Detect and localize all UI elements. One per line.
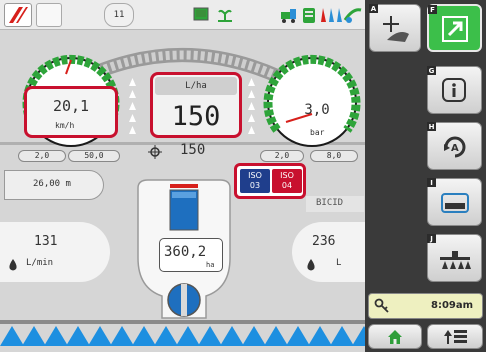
clock-time: 8:09am (431, 300, 474, 311)
pressure-range-max: 8,0 (310, 150, 358, 162)
up-arrows-icon (248, 78, 255, 134)
softkey-letter-a: A (369, 4, 378, 13)
speed-range-min: 2,0 (18, 150, 66, 162)
tank-softkey[interactable]: I (427, 178, 482, 226)
guidance-softkey[interactable]: A (369, 4, 421, 52)
iso-badge-04-label: ISO (280, 171, 294, 180)
section-arrows-right (247, 76, 256, 146)
softkey-letter-j: J (427, 234, 436, 243)
menu-softkey[interactable] (427, 324, 483, 349)
home-softkey[interactable] (368, 324, 422, 349)
auto-cycle-icon: A (444, 136, 466, 158)
droplet-icon-svg (307, 259, 315, 271)
flow-unit: L/min (26, 258, 54, 268)
auto-mode-softkey[interactable]: H A (427, 122, 482, 170)
counter-badge[interactable]: 11 (104, 3, 134, 27)
sprayer-terminal-screen: 11 20,1 km/h 2,0 50,0 3,0 bar 2,0 8,0 L/… (0, 0, 486, 352)
menu-up-icon (444, 330, 467, 344)
expand-view-softkey[interactable]: F (427, 4, 482, 52)
speed-gauge: 20,1 km/h (20, 52, 122, 150)
spray-nozzle-icon (343, 8, 362, 23)
main-work-area: 11 20,1 km/h 2,0 50,0 3,0 bar 2,0 8,0 L/… (0, 0, 365, 352)
working-width-box[interactable]: 26,00 m (4, 170, 104, 200)
display-screen-icon (193, 7, 209, 21)
brand-logo (4, 3, 32, 27)
area-value: 360,2 (164, 244, 207, 260)
clock-panel: 8:09am (368, 293, 483, 319)
tank-icon (303, 8, 315, 23)
pressure-range-min: 2,0 (260, 150, 304, 162)
home-icon (388, 330, 402, 344)
tank-volume-value: 236 (312, 234, 336, 249)
droplet-icon (306, 256, 316, 271)
area-unit: ha (206, 261, 215, 269)
counter-value: 11 (113, 10, 125, 20)
flow-panel[interactable]: 131 L/min (0, 222, 110, 282)
iso-badge-03-number: 03 (249, 181, 261, 190)
softkey-letter-f: F (428, 5, 437, 14)
area-counter[interactable]: 360,2 ha (159, 238, 223, 272)
softkey-sidebar: A F G H A I J 8:09am (365, 0, 486, 352)
boom-section-icon (440, 251, 471, 269)
brand-logo-icon (9, 7, 28, 23)
tank-status-icon[interactable] (300, 3, 318, 27)
speed-unit: km/h (55, 121, 75, 130)
softkey-letter-h: H (427, 122, 436, 131)
droplet-icon (8, 256, 18, 271)
plant-icon-button[interactable] (214, 3, 236, 27)
top-status-bar: 11 (0, 0, 365, 30)
iso-badge-04[interactable]: ISO 04 (272, 169, 302, 193)
up-arrows-icon (129, 78, 136, 134)
info-softkey[interactable]: G (427, 66, 482, 114)
iso-badge-03[interactable]: ISO 03 (240, 169, 270, 193)
sprayer-vehicle-icon (281, 9, 296, 23)
droplet-icon-svg (9, 259, 17, 271)
target-rate-icon (148, 144, 164, 159)
tractor-key-icon (374, 298, 389, 313)
rate-value: 150 (171, 101, 221, 132)
info-icon (442, 78, 466, 102)
expand-arrow-icon (442, 16, 468, 42)
svg-text:A: A (451, 143, 459, 154)
speed-range-max: 50,0 (68, 150, 120, 162)
ground-speed-source-icon[interactable] (190, 3, 212, 27)
rate-unit: L/ha (155, 77, 237, 95)
boom-softkey[interactable]: J (427, 234, 482, 282)
softkey-letter-i: I (427, 178, 436, 187)
flow-value: 131 (34, 234, 58, 249)
spray-boom (0, 320, 365, 352)
iso-indicators[interactable]: ISO 03 ISO 04 (234, 163, 306, 199)
iso-badge-04-number: 04 (281, 181, 293, 190)
tank-volume-panel[interactable]: 236 L (292, 222, 365, 282)
tank-window-icon (441, 193, 469, 213)
application-rate-readout[interactable]: L/ha 150 (150, 72, 242, 138)
sprout-icon (218, 9, 232, 22)
status-slot-empty[interactable] (36, 3, 62, 27)
nozzles-icon (321, 8, 342, 22)
softkey-letter-g: G (427, 66, 436, 75)
product-box: BICID (306, 196, 364, 212)
sprayer-status-icon[interactable] (278, 3, 300, 27)
rate-control-icon[interactable] (342, 3, 364, 27)
working-width-value: 26,00 m (33, 179, 71, 189)
speed-value: 20,1 (52, 97, 90, 115)
target-rate-value: 150 (180, 142, 206, 158)
product-label: BICID (316, 198, 344, 208)
pressure-unit: bar (310, 128, 325, 137)
crosshair-icon (148, 145, 162, 159)
speed-readout[interactable]: 20,1 km/h (24, 86, 118, 138)
iso-badge-03-label: ISO (248, 171, 262, 180)
nozzle-status-icon[interactable] (320, 3, 342, 27)
tank-volume-unit: L (336, 258, 342, 268)
section-arrows-left (128, 76, 137, 146)
pressure-gauge: 3,0 bar (262, 52, 362, 150)
pressure-value: 3,0 (304, 102, 330, 118)
crosshair-drop-icon (383, 16, 409, 42)
